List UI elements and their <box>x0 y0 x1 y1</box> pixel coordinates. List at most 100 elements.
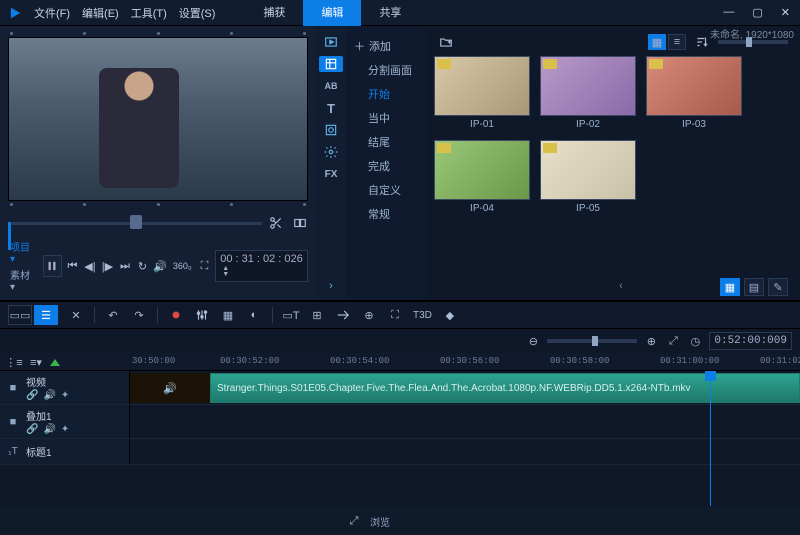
preview-mode-clip[interactable]: 素材 ▾ <box>8 266 35 294</box>
maximize-button[interactable]: ▢ <box>748 6 766 19</box>
thumb-item[interactable]: IP-03 <box>646 56 742 130</box>
menu-edit[interactable]: 编辑(E) <box>82 5 119 21</box>
view-list-icon[interactable]: ≡ <box>668 34 686 50</box>
sort-icon[interactable] <box>694 34 710 50</box>
menu-settings[interactable]: 设置(S) <box>179 5 216 21</box>
panel-options-icon[interactable]: ▤ <box>744 278 764 296</box>
go-start-icon[interactable]: ⏮ <box>66 258 80 274</box>
split-clip-icon[interactable] <box>292 215 308 231</box>
menu-tools[interactable]: 工具(T) <box>131 5 167 21</box>
title-t-icon[interactable]: T <box>323 100 339 116</box>
step-fwd-icon[interactable]: |▶ <box>101 258 115 274</box>
collapse-left-icon[interactable]: ‹ <box>613 278 629 294</box>
arrow-right-icon[interactable]: › <box>323 278 339 294</box>
view-grid-icon[interactable]: ▦ <box>648 34 666 50</box>
timeline-mode-switch: ▭▭ ☰ <box>8 305 58 325</box>
collapse-up-icon[interactable] <box>50 359 60 366</box>
thumb-item[interactable]: IP-05 <box>540 140 636 214</box>
fx-icon[interactable]: FX <box>321 166 341 182</box>
track-menu-icon[interactable]: ⋮≡ <box>6 354 22 370</box>
track-fx-icon[interactable]: ✦ <box>61 424 69 435</box>
step-back-icon[interactable]: ◀| <box>83 258 97 274</box>
library-add-button[interactable]: ＋ 添加 <box>346 34 426 58</box>
thumb-item[interactable]: IP-04 <box>434 140 530 214</box>
scissors-icon[interactable] <box>268 215 284 231</box>
play-pause-button[interactable] <box>43 255 62 277</box>
mute-icon[interactable]: 🔊 <box>43 390 55 401</box>
submenu-custom[interactable]: 自定义 <box>346 178 426 202</box>
record-icon[interactable] <box>168 307 184 323</box>
panel-library-icon[interactable]: ▦ <box>720 278 740 296</box>
audio-mixer-icon[interactable] <box>194 307 210 323</box>
panel-edit-icon[interactable]: ✎ <box>768 278 788 296</box>
tc-down-icon[interactable]: ▼ <box>222 272 229 278</box>
eraser-icon[interactable]: ◆ <box>442 307 458 323</box>
submenu-split[interactable]: 分割画面 <box>346 58 426 82</box>
fullscreen-icon[interactable]: ⛶ <box>198 258 212 274</box>
window-controls: — ▢ ✕ <box>719 6 794 19</box>
tab-edit[interactable]: 编辑 <box>303 0 361 26</box>
undo-icon[interactable]: ↶ <box>105 307 121 323</box>
preview-scrubber[interactable] <box>8 214 308 232</box>
fit-project-icon[interactable]: ⤢ <box>665 333 681 349</box>
pan-zoom-icon[interactable]: ⛶ <box>387 307 403 323</box>
motion-icon[interactable] <box>335 307 351 323</box>
track-lane[interactable]: 🔊 Stranger.Things.S01E05.Chapter.Five.Th… <box>130 371 800 404</box>
auto-music-icon[interactable]: ▦ <box>220 307 236 323</box>
volume-icon[interactable]: 🔊 <box>153 258 167 274</box>
subtitle-icon[interactable]: ▭T <box>283 307 299 323</box>
filter-icon[interactable] <box>323 144 339 160</box>
library-category-bar: AB T FX › <box>316 26 346 300</box>
preview-timecode[interactable]: 00 : 31 : 02 : 026 ▲▼ <box>215 250 308 282</box>
multiview-icon[interactable]: ⊞ <box>309 307 325 323</box>
track-fx-icon[interactable]: ✦ <box>61 390 69 401</box>
zoom-out-icon[interactable]: ⊖ <box>525 333 541 349</box>
timeline-ruler[interactable]: ⋮≡ ≡▾ 30:50:00 00:30:52:00 00:30:54:00 0… <box>0 353 800 371</box>
link-icon[interactable]: 🔗 <box>26 424 38 435</box>
zoom-slider[interactable] <box>547 339 637 343</box>
transition-ab-icon[interactable]: AB <box>323 78 339 94</box>
view-360-button[interactable]: 360₀ <box>171 258 194 274</box>
folder-add-icon[interactable] <box>438 34 454 50</box>
media-icon[interactable] <box>323 34 339 50</box>
redo-icon[interactable]: ↷ <box>131 307 147 323</box>
track-lane[interactable] <box>130 405 800 438</box>
video-preview[interactable] <box>8 37 308 201</box>
submenu-general[interactable]: 常规 <box>346 202 426 226</box>
close-button[interactable]: ✕ <box>777 6 794 19</box>
thumb-label: IP-03 <box>682 119 706 130</box>
thumb-item[interactable]: IP-01 <box>434 56 530 130</box>
menu-file[interactable]: 文件(F) <box>34 5 70 21</box>
minimize-button[interactable]: — <box>719 6 738 19</box>
go-end-icon[interactable]: ⏭ <box>118 258 132 274</box>
graphics-icon[interactable] <box>323 122 339 138</box>
link-icon[interactable]: 🔗 <box>26 390 38 401</box>
mask-icon[interactable]: ◐ <box>246 307 262 323</box>
expand-icon[interactable]: ⤢ <box>346 513 362 529</box>
loop-icon[interactable]: ↻ <box>136 258 150 274</box>
submenu-start[interactable]: 开始 <box>346 82 426 106</box>
tab-share[interactable]: 共享 <box>361 0 419 26</box>
tools-icon[interactable]: ✕ <box>68 307 84 323</box>
timeline-tracks: ■ 视频 🔗 🔊 ✦ 🔊 Stranger.Things.S01E05.Chap… <box>0 371 800 506</box>
submenu-center[interactable]: 当中 <box>346 106 426 130</box>
track-lane[interactable] <box>130 439 800 464</box>
template-icon[interactable] <box>319 56 343 72</box>
thumb-item[interactable]: IP-02 <box>540 56 636 130</box>
submenu-end[interactable]: 结尾 <box>346 130 426 154</box>
tracking-icon[interactable]: ⊕ <box>361 307 377 323</box>
track-sort-icon[interactable]: ≡▾ <box>28 354 44 370</box>
tab-capture[interactable]: 捕获 <box>245 0 303 26</box>
submenu-complete[interactable]: 完成 <box>346 154 426 178</box>
title-3d-icon[interactable]: T3D <box>413 307 432 323</box>
clock-icon[interactable]: ◷ <box>687 333 703 349</box>
project-duration[interactable]: 0:52:00:009 <box>709 332 792 350</box>
timeline-mode-icon[interactable]: ☰ <box>34 305 58 325</box>
preview-mode-project[interactable]: 项目 ▾ <box>8 238 35 266</box>
project-filename: 未命名 <box>710 30 740 41</box>
browse-label[interactable]: 浏览 <box>370 514 390 529</box>
storyboard-mode-icon[interactable]: ▭▭ <box>8 305 32 325</box>
zoom-in-icon[interactable]: ⊕ <box>643 333 659 349</box>
playhead[interactable] <box>710 371 711 506</box>
mute-icon[interactable]: 🔊 <box>43 424 55 435</box>
